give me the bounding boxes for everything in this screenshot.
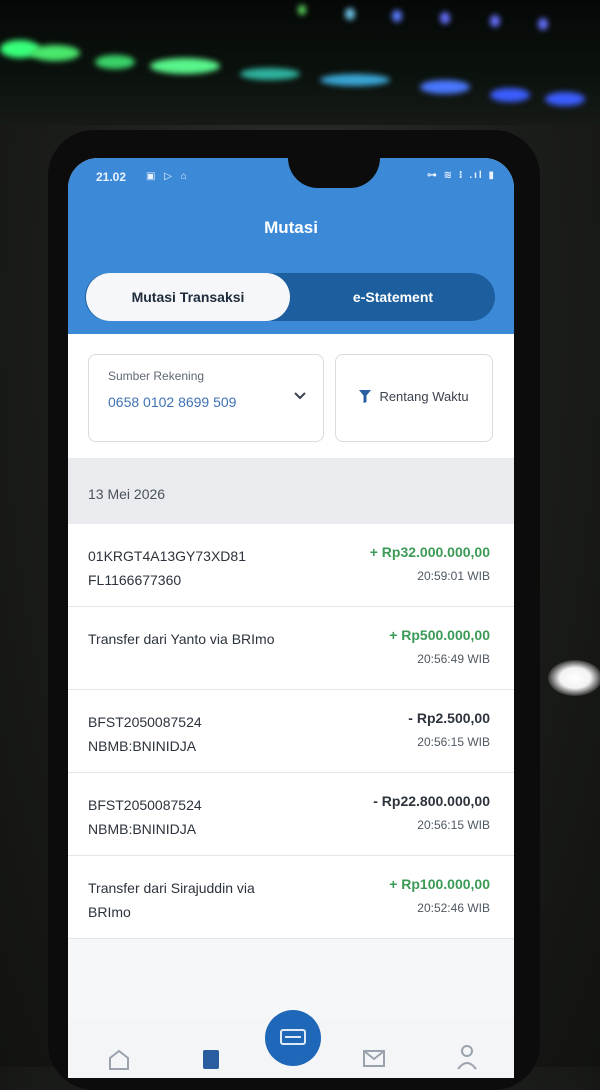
date-group-label: 13 Mei 2026 (88, 486, 166, 502)
date-range-label: Rentang Waktu (379, 389, 469, 404)
page-title: Mutasi (264, 218, 318, 237)
keyboard-light (420, 80, 470, 94)
transaction-time: 20:59:01 WIB (417, 569, 490, 583)
transaction-description: BFST2050087524 NBMB:BNINIDJA (88, 714, 202, 754)
transaction-row[interactable]: BFST2050087524 NBMB:BNINIDJA - Rp22.800.… (68, 773, 514, 856)
keyboard-light (150, 58, 220, 74)
transaction-description: Transfer dari Yanto via BRImo (88, 631, 275, 647)
tab-mutasi-transaksi[interactable]: Mutasi Transaksi (86, 273, 290, 321)
app-header: 21.02 ▣ ▷ ⌂ ⊶ ≋ ⁝ .ıl ▮ Mutasi Mutasi Tr… (68, 158, 514, 334)
keyboard-light (240, 68, 300, 80)
transaction-row[interactable]: 01KRGT4A13GY73XD81 FL1166677360 + Rp32.0… (68, 524, 514, 607)
transaction-amount: + Rp32.000.000,00 (369, 544, 490, 560)
account-number: 0658 0102 8699 509 (108, 394, 237, 410)
keyboard-light (298, 5, 306, 15)
transaction-time: 20:56:15 WIB (417, 735, 490, 749)
transaction-time: 20:52:46 WIB (417, 901, 490, 915)
transaction-description: 01KRGT4A13GY73XD81 FL1166677360 (88, 548, 246, 588)
keyboard-light (392, 10, 402, 22)
keyboard-light (490, 15, 500, 27)
keyboard-background (0, 0, 600, 125)
keyboard-light (30, 45, 80, 61)
ceiling-light-reflection (548, 660, 600, 696)
date-group-header: 13 Mei 2026 (68, 458, 514, 524)
keyboard-light (95, 55, 135, 69)
keyboard-light (345, 8, 355, 20)
transaction-row[interactable]: Transfer dari Sirajuddin via BRImo + Rp1… (68, 856, 514, 939)
transaction-list: 01KRGT4A13GY73XD81 FL1166677360 + Rp32.0… (68, 524, 514, 939)
tab-e-statement[interactable]: e-Statement (291, 273, 495, 321)
status-system-icons: ⊶ ≋ ⁝ .ıl ▮ (426, 170, 496, 181)
account-source-label: Sumber Rekening (108, 369, 205, 383)
tab-bar: Mutasi Transaksi e-Statement (85, 273, 495, 321)
transaction-description: BFST2050087524 NBMB:BNINIDJA (88, 797, 202, 837)
date-range-button[interactable]: Rentang Waktu (335, 354, 493, 442)
keyboard-light (440, 12, 450, 24)
transaction-description: Transfer dari Sirajuddin via BRImo (88, 880, 255, 920)
transaction-row[interactable]: Transfer dari Yanto via BRImo + Rp500.00… (68, 607, 514, 690)
bottom-navigation (68, 1010, 514, 1078)
qris-icon (280, 1029, 306, 1045)
keyboard-light (545, 92, 585, 106)
person-icon[interactable] (456, 1044, 478, 1070)
phone-screen: 21.02 ▣ ▷ ⌂ ⊶ ≋ ⁝ .ıl ▮ Mutasi Mutasi Tr… (68, 158, 514, 1078)
transaction-amount: + Rp100.000,00 (389, 876, 490, 892)
transaction-amount: - Rp2.500,00 (408, 710, 490, 726)
mail-icon[interactable] (362, 1048, 386, 1068)
account-source-dropdown[interactable]: Sumber Rekening 0658 0102 8699 509 (88, 354, 324, 442)
transaction-time: 20:56:49 WIB (417, 652, 490, 666)
status-notification-icons: ▣ ▷ ⌂ (146, 171, 190, 182)
filter-section: Sumber Rekening 0658 0102 8699 509 Renta… (68, 334, 514, 458)
chevron-down-icon (294, 392, 306, 400)
transaction-time: 20:56:15 WIB (417, 818, 490, 832)
date-range-content: Rentang Waktu (336, 389, 492, 404)
filter-icon (359, 390, 372, 403)
keyboard-light (538, 18, 548, 30)
transaction-row[interactable]: BFST2050087524 NBMB:BNINIDJA - Rp2.500,0… (68, 690, 514, 773)
qris-button[interactable] (265, 1010, 321, 1066)
keyboard-light (490, 88, 530, 102)
transaction-amount: - Rp22.800.000,00 (373, 793, 490, 809)
keyboard-light (320, 74, 390, 86)
status-time: 21.02 (96, 170, 127, 184)
transaction-amount: + Rp500.000,00 (389, 627, 490, 643)
